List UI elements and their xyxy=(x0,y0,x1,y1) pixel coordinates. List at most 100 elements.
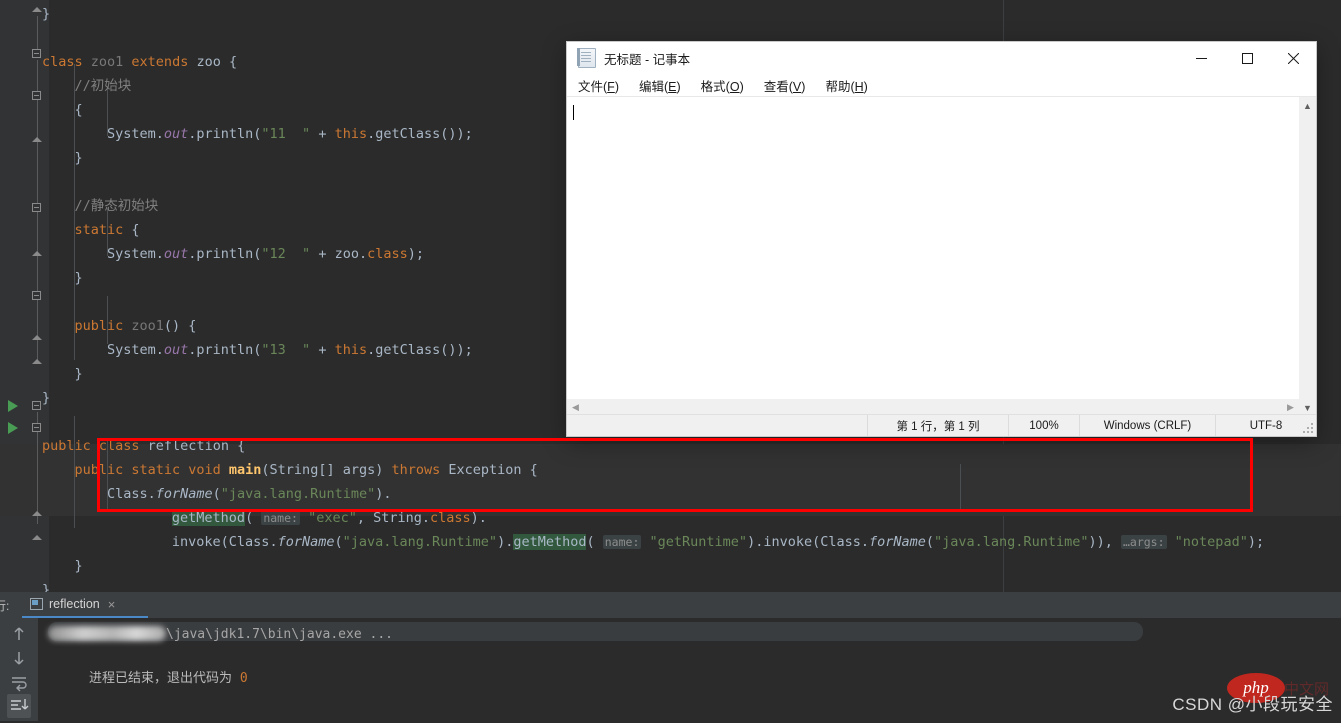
code-token: "getRuntime" xyxy=(649,534,748,550)
notepad-text-area[interactable] xyxy=(569,101,1299,401)
code-token: .println( xyxy=(188,246,262,262)
scroll-up-icon[interactable]: ▲ xyxy=(1299,97,1316,114)
code-token: System. xyxy=(106,342,164,358)
menu-item-e[interactable]: 编辑(E) xyxy=(639,76,681,95)
menu-item-h[interactable]: 帮助(H) xyxy=(825,76,867,95)
code-line[interactable]: } xyxy=(0,554,1341,578)
code-token: } xyxy=(74,558,83,574)
scroll-to-end-icon[interactable] xyxy=(7,694,31,718)
code-token: ); xyxy=(1247,534,1265,550)
code-token: } xyxy=(42,6,51,22)
code-token: .println( xyxy=(188,342,262,358)
console-tab-bar: 行: reflection × xyxy=(0,592,1341,619)
code-token: "12 " xyxy=(261,246,311,262)
code-token: out xyxy=(163,126,189,142)
code-token: Exception { xyxy=(448,462,538,478)
code-token: ). xyxy=(497,534,514,550)
code-token: + xyxy=(310,342,335,358)
code-token: } xyxy=(74,270,83,286)
maximize-button[interactable] xyxy=(1224,42,1270,74)
code-line[interactable]: public static void main(String[] args) t… xyxy=(0,458,1341,482)
code-token: this xyxy=(334,342,368,358)
code-token: ). xyxy=(375,486,392,502)
code-token: ( xyxy=(586,534,603,550)
code-token: forName xyxy=(277,534,335,550)
menu-item-v[interactable]: 查看(V) xyxy=(764,76,806,95)
console-tab-icon xyxy=(30,598,43,610)
code-token: public xyxy=(74,318,132,334)
code-token: "13 " xyxy=(261,342,311,358)
close-button[interactable] xyxy=(1270,42,1316,74)
soft-wrap-icon[interactable] xyxy=(9,672,29,692)
status-line-ending[interactable]: Windows (CRLF) xyxy=(1079,415,1215,436)
code-line[interactable]: } xyxy=(0,2,1341,26)
code-token: class xyxy=(367,246,408,262)
code-token: class xyxy=(42,54,91,70)
status-zoom[interactable]: 100% xyxy=(1008,415,1079,436)
code-token: class xyxy=(430,510,471,526)
code-token: .getClass()); xyxy=(367,342,473,358)
code-line[interactable]: } xyxy=(0,578,1341,592)
code-token: getMethod xyxy=(171,510,246,526)
code-token: System. xyxy=(106,246,164,262)
code-token: { xyxy=(123,222,140,238)
code-token: public static xyxy=(74,462,189,478)
code-token: name: xyxy=(602,535,642,549)
code-line[interactable]: invoke(Class.forName("java.lang.Runtime"… xyxy=(0,530,1341,554)
code-token: , String. xyxy=(356,510,431,526)
console-tab-label: reflection xyxy=(49,597,100,611)
code-token: "java.lang.Runtime" xyxy=(342,534,498,550)
code-token: Class. xyxy=(106,486,156,502)
code-token: { xyxy=(74,102,83,118)
code-token: public class xyxy=(42,438,148,454)
code-token: forName xyxy=(868,534,926,550)
vertical-scrollbar[interactable]: ▲ ▼ xyxy=(1299,97,1316,416)
code-token: ( xyxy=(212,486,221,502)
notepad-menu-bar[interactable]: 文件(F) 编辑(E) 格式(O) 查看(V) 帮助(H) xyxy=(567,74,1316,96)
resize-grip-icon[interactable] xyxy=(1303,423,1313,433)
code-token: invoke(Class. xyxy=(171,534,278,550)
code-token: ). xyxy=(470,510,487,526)
code-token: + zoo. xyxy=(310,246,368,262)
code-token: .getClass()); xyxy=(367,126,473,142)
notepad-window[interactable]: 无标题 - 记事本 文件(F) 编辑(E) 格式(O) 查看(V) 帮助(H) ▲ ▼ … xyxy=(567,42,1316,436)
down-arrow-icon[interactable] xyxy=(9,648,29,668)
code-token: main xyxy=(228,462,262,478)
menu-item-o[interactable]: 格式(O) xyxy=(701,76,744,95)
up-arrow-icon[interactable] xyxy=(9,624,29,644)
code-line[interactable]: public class reflection { xyxy=(0,434,1341,458)
run-panel-label: 行: xyxy=(0,599,10,613)
close-icon[interactable]: × xyxy=(108,597,116,612)
code-token: + xyxy=(310,126,335,142)
code-token: ); xyxy=(407,246,424,262)
code-token: System. xyxy=(106,126,164,142)
text-caret xyxy=(573,105,574,120)
console-output[interactable]: \java\jdk1.7\bin\java.exe ... 进程已结束，退出代码… xyxy=(39,618,1341,721)
code-token: name: xyxy=(261,511,300,525)
code-line[interactable]: Class.forName("java.lang.Runtime"). xyxy=(0,482,1341,506)
console-tab-reflection[interactable]: reflection × xyxy=(22,592,148,618)
minimize-button[interactable] xyxy=(1178,42,1224,74)
notepad-status-bar: 第 1 行，第 1 列 100% Windows (CRLF) UTF-8 xyxy=(567,414,1316,436)
console-command-text: \java\jdk1.7\bin\java.exe ... xyxy=(166,627,393,642)
code-token: } xyxy=(74,150,83,166)
status-encoding[interactable]: UTF-8 xyxy=(1215,415,1316,436)
notepad-title-bar[interactable]: 无标题 - 记事本 xyxy=(567,42,1316,74)
code-token: static xyxy=(74,222,124,238)
code-token: //静态初始块 xyxy=(74,198,159,214)
window-controls xyxy=(1178,42,1316,74)
notepad-body: ▲ ▼ ◀ ▶ xyxy=(567,96,1316,416)
menu-item-f[interactable]: 文件(F) xyxy=(578,76,619,95)
code-token: //初始块 xyxy=(74,78,132,94)
code-token: } xyxy=(42,582,51,592)
console-exit-message: 进程已结束，退出代码为 0 xyxy=(89,668,248,690)
notepad-icon xyxy=(577,48,596,68)
code-line[interactable]: getMethod( name: "exec", String.class). xyxy=(0,506,1341,530)
csdn-watermark: CSDN @小段玩安全 xyxy=(1172,690,1333,715)
code-token: () { xyxy=(163,318,197,334)
code-token: void xyxy=(188,462,229,478)
console-exit-text: 进程已结束，退出代码为 xyxy=(89,671,240,686)
